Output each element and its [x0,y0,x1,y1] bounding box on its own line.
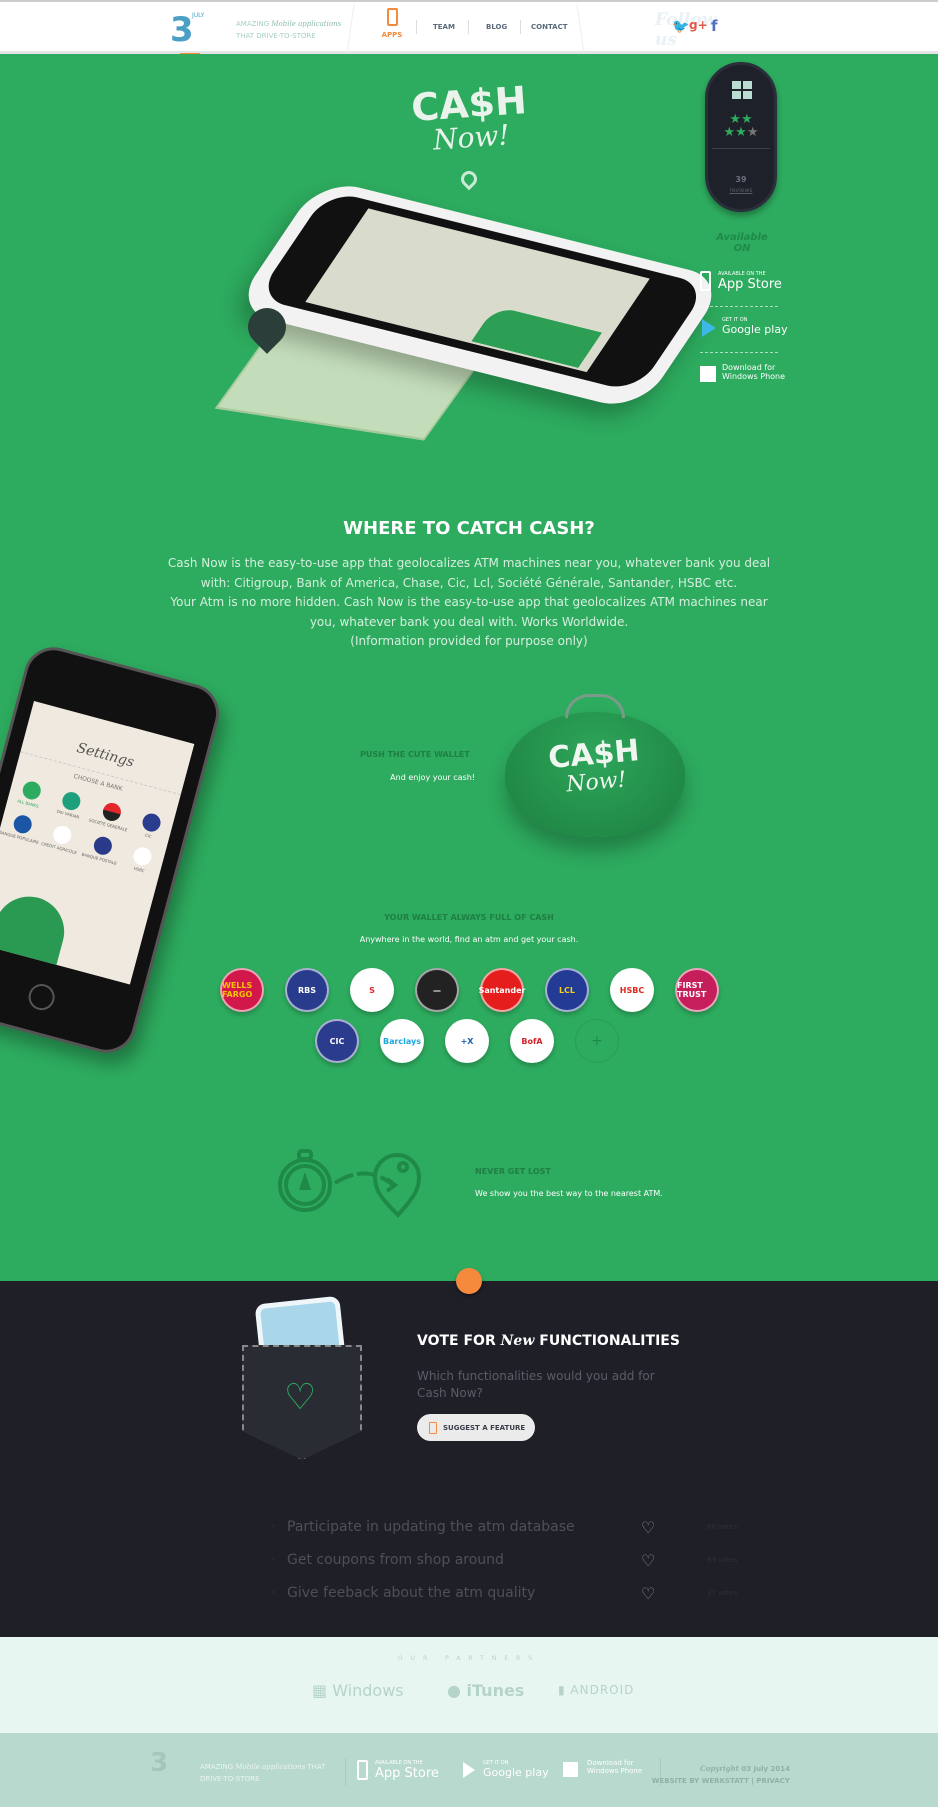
suggest-feature-button[interactable]: SUGGEST A FEATURE [417,1414,535,1441]
banks-text: Anywhere in the world, find an atm and g… [359,935,579,944]
wallet-text: And enjoy your cash! [390,773,475,782]
vote-count: 66 votes [707,1523,738,1531]
vote-item: › Give feeback about the atm quality ♡ 3… [272,1584,752,1607]
google-plus-icon[interactable]: g+ [689,18,708,32]
bullet-icon: › [272,1555,275,1563]
privacy-link[interactable]: PRIVACY [756,1777,790,1785]
phone-icon [386,8,398,26]
suggest-icon [429,1421,437,1434]
nav-team[interactable]: TEAM [433,23,455,31]
footer-google-play[interactable]: GET IT ON Google play [463,1759,549,1779]
partner-windows: ▦ Windows [312,1681,404,1700]
divider [346,4,355,54]
intro-text: Cash Now is the easy-to-use app that geo… [167,556,771,648]
nav-apps[interactable]: APPS [380,8,404,39]
apple-icon: ● [447,1681,467,1700]
bank-logo[interactable]: Barclays [380,1019,424,1063]
available-on-label: Available ON [716,232,768,254]
logo[interactable]: 3 JULY [170,10,204,56]
partners-section: OUR PARTNERS ▦ Windows ● iTunes ▮ ANDROI… [0,1637,938,1733]
cash-wallet[interactable]: CA$H Now! [505,694,685,837]
vote-item-label: Give feeback about the atm quality [287,1585,536,1601]
heart-vote-icon[interactable]: ♡ [641,1551,655,1570]
partner-android: ▮ ANDROID [558,1683,635,1697]
nav-contact[interactable]: CONTACT [531,23,568,31]
intro-title: WHERE TO CATCH CASH? [343,518,595,539]
vote-text: Which functionalities would you add for … [417,1369,655,1400]
bank-logo[interactable]: — [415,968,459,1012]
bank-logo[interactable]: BofA [510,1019,554,1063]
windows-phone-button[interactable]: Download for Windows Phone [700,363,785,382]
heart-vote-icon[interactable]: ♡ [641,1518,655,1537]
add-bank-button[interactable]: + [575,1019,619,1063]
wallet-title: PUSH THE CUTE WALLET [360,750,470,759]
footer-app-store[interactable]: AVAILABLE ON THE App Store [357,1759,439,1781]
footer: 3 AMAZING Mobile applications THAT DRIVE… [0,1733,938,1807]
vote-item: › Participate in updating the atm databa… [272,1518,752,1541]
heart-vote-icon[interactable]: ♡ [641,1584,655,1603]
phone-icon [700,271,711,291]
vote-item-label: Participate in updating the atm database [287,1519,575,1535]
bank-logo[interactable]: FIRST TRUST [675,968,719,1012]
bullet-icon: › [272,1588,275,1596]
banks-title: YOUR WALLET ALWAYS FULL OF CASH [384,913,554,922]
footer-logo[interactable]: 3 [150,1748,168,1778]
bank-logo[interactable]: HSBC [610,968,654,1012]
facebook-icon[interactable]: f [711,17,718,35]
footer-windows-phone[interactable]: Download for Windows Phone [563,1759,642,1777]
android-icon: ▮ [558,1683,571,1697]
vote-count: 37 votes [707,1589,738,1597]
vote-item: › Get coupons from shop around ♡ 63 vote… [272,1551,752,1574]
partner-itunes: ● iTunes [447,1681,525,1700]
vote-title: VOTE FOR New FUNCTIONALITIES [417,1333,680,1349]
bank-logo[interactable]: Santander [479,968,525,1012]
bank-logo[interactable]: +X [445,1019,489,1063]
rating-widget[interactable]: ★★ ★★★ 39 reviews [705,62,777,212]
compass-route-icon [278,1149,422,1218]
tagline: AMAZING Mobile applications THAT DRIVE-TO… [236,20,342,40]
vote-count: 63 votes [707,1556,738,1564]
reviews-count: 39 [735,175,747,184]
google-play-button[interactable]: GET IT ON Google play [700,316,788,337]
bank-logo[interactable]: RBS [285,968,329,1012]
twitter-icon[interactable]: 🐦 [672,19,689,35]
star-rating: ★★ ★★★ [723,112,759,140]
navigate-text: We show you the best way to the nearest … [475,1189,663,1198]
orange-button-icon[interactable] [456,1268,482,1294]
vote-item-label: Get coupons from shop around [287,1552,504,1568]
bank-logo[interactable]: LCL [545,968,589,1012]
bank-logo[interactable]: WELLS FARGO [220,968,264,1012]
nav-blog[interactable]: BLOG [486,23,507,31]
bank-logo[interactable]: S [350,968,394,1012]
bank-logo[interactable]: CIC [315,1019,359,1063]
heart-icon: ♡ [284,1377,317,1418]
cash-now-logo: CA$H Now! [409,78,529,157]
app-store-button[interactable]: AVAILABLE ON THE App Store [700,270,782,292]
navigate-title: NEVER GET LOST [475,1167,551,1176]
header: 3 JULY AMAZING Mobile applications THAT D… [0,0,938,56]
windows-logo-icon: ▦ [312,1681,333,1700]
windows-store-icon [700,366,716,382]
credit-link[interactable]: WEBSITE BY WERKSTATT [652,1777,749,1785]
bullet-icon: › [272,1522,275,1530]
play-icon [702,319,716,337]
windows-icon [732,81,752,99]
